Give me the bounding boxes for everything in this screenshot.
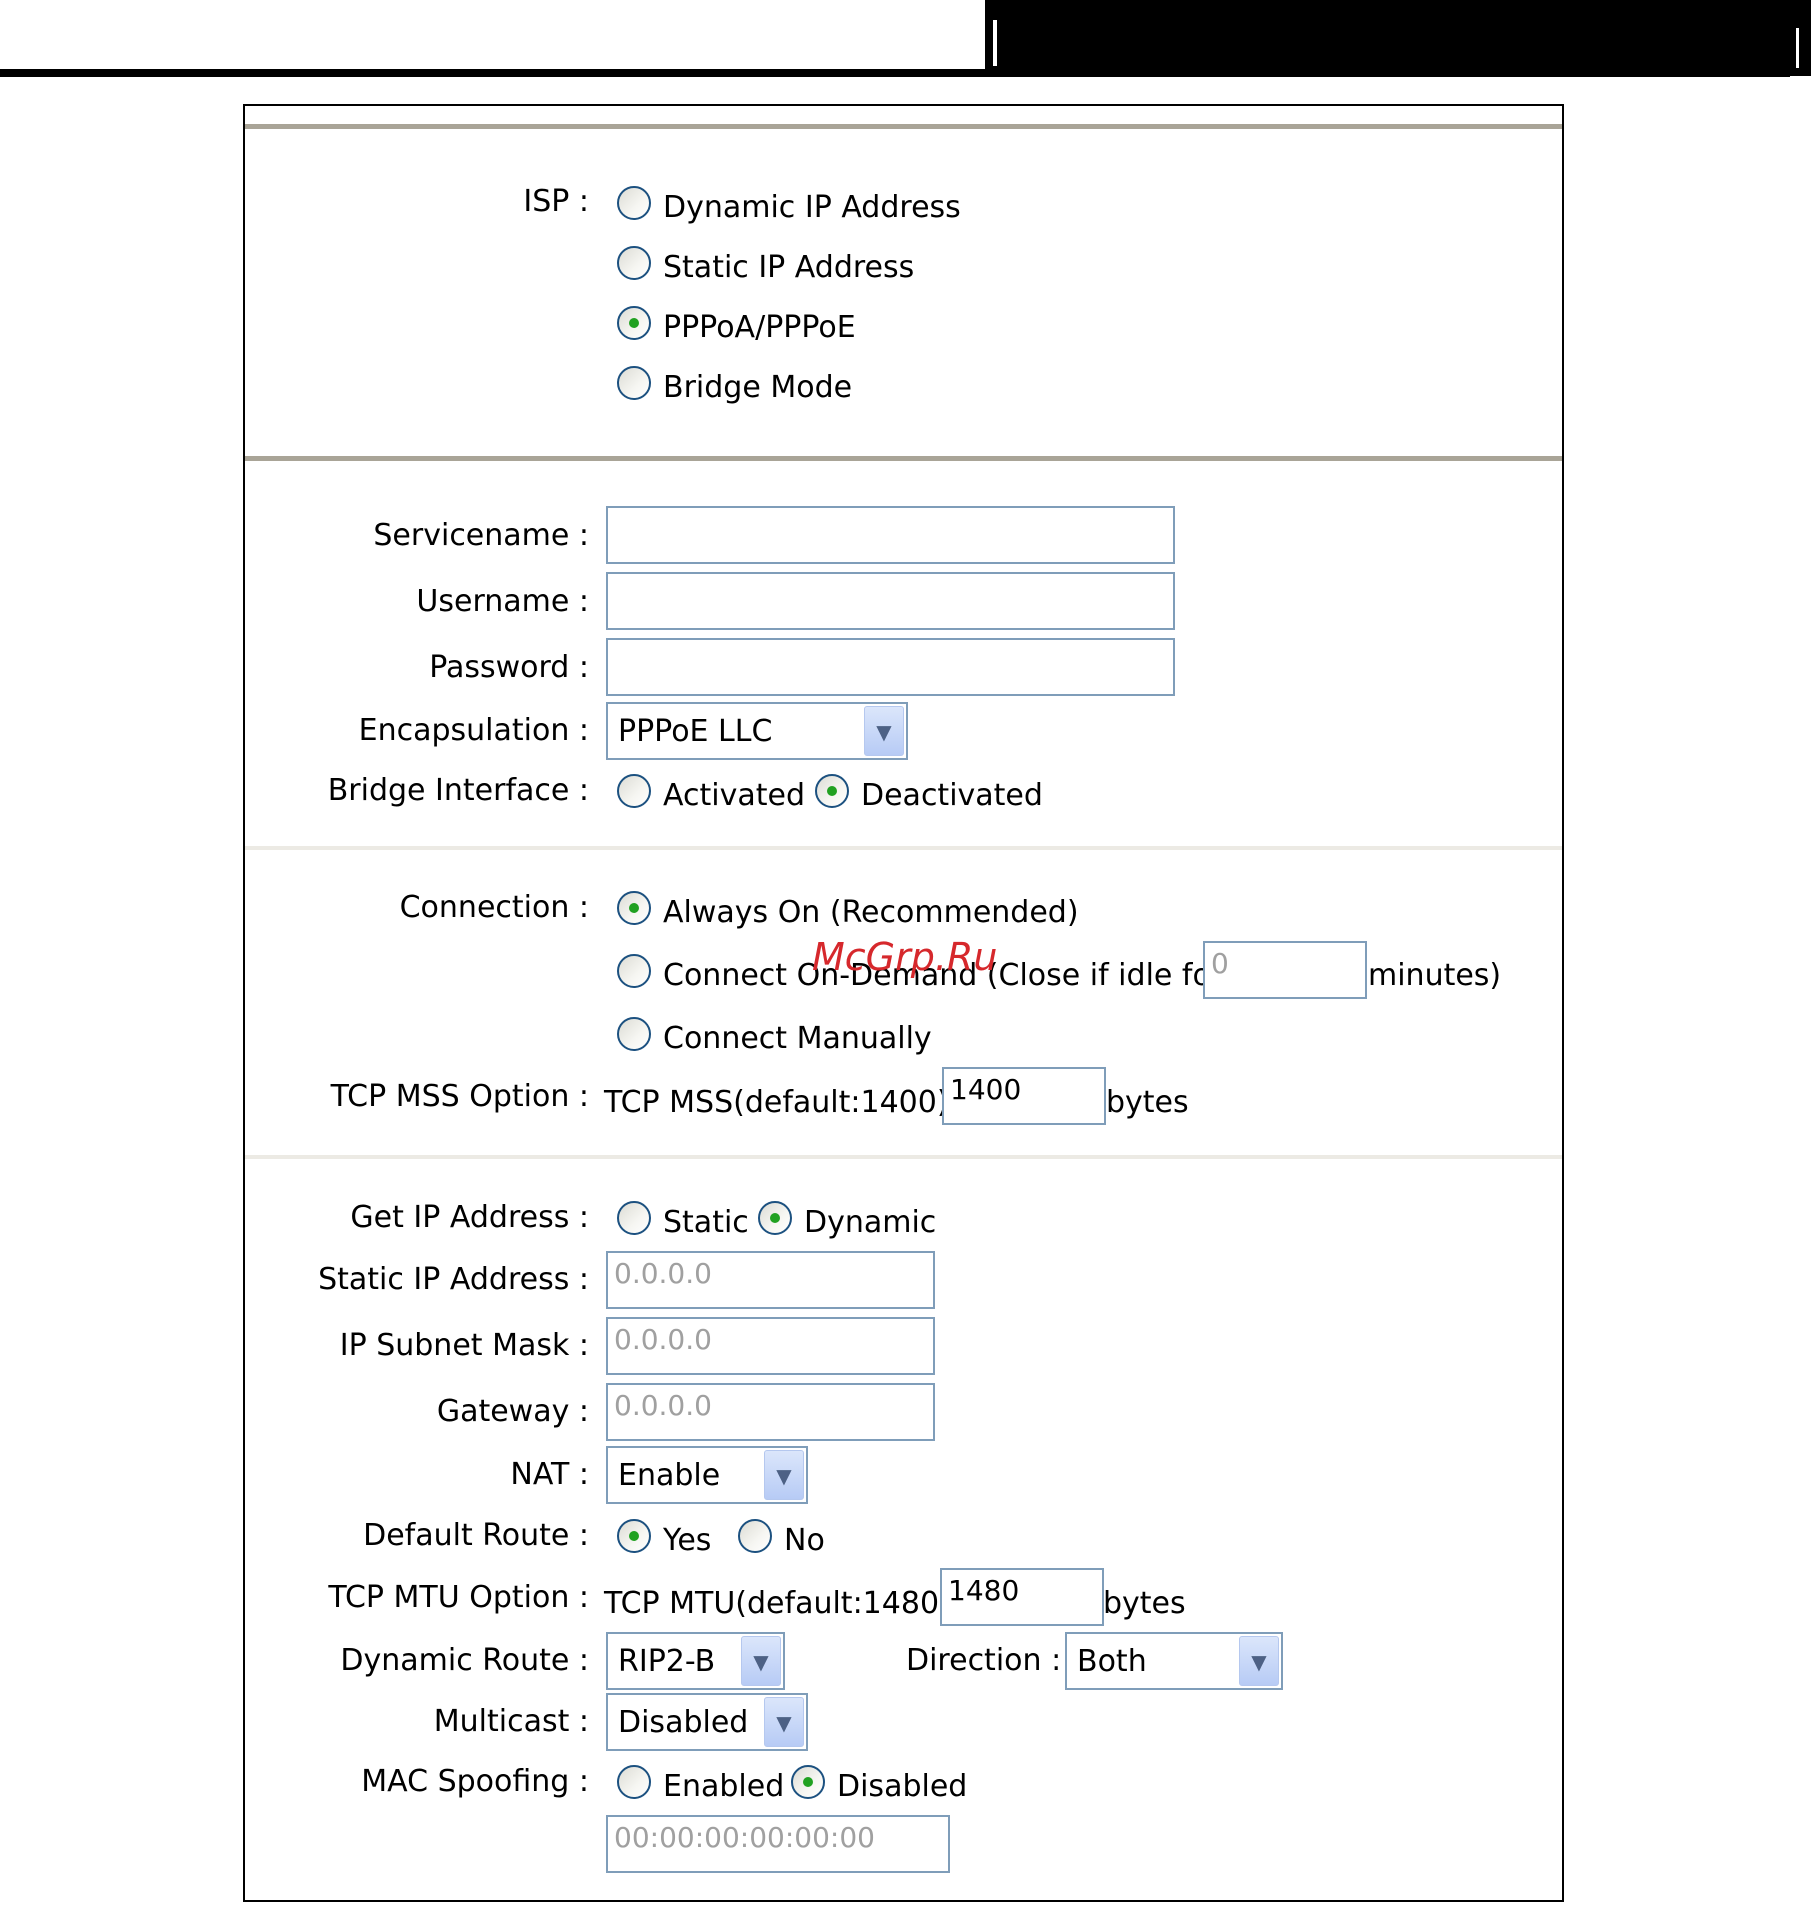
tcp-mss-input[interactable]: 1400 xyxy=(942,1067,1106,1125)
static-ip-label: Static IP Address : xyxy=(318,1262,589,1297)
mac-enabled-radio[interactable] xyxy=(617,1765,651,1799)
get-ip-label: Get IP Address : xyxy=(350,1200,589,1235)
mac-enabled-label: Enabled xyxy=(663,1769,785,1804)
idle-minutes-input[interactable]: 0 xyxy=(1203,941,1367,999)
isp-dynamic-label: Dynamic IP Address xyxy=(663,190,961,225)
connect-manually-label: Connect Manually xyxy=(663,1021,932,1056)
always-on-radio[interactable] xyxy=(617,891,651,925)
default-route-yes-radio[interactable] xyxy=(617,1519,651,1553)
isp-dynamic-radio[interactable] xyxy=(617,186,651,220)
chevron-down-icon[interactable]: ▼ xyxy=(764,1450,804,1500)
direction-value: Both xyxy=(1077,1644,1147,1679)
on-demand-radio[interactable] xyxy=(617,954,651,988)
chevron-down-icon[interactable]: ▼ xyxy=(741,1636,781,1686)
section-divider xyxy=(245,124,1562,129)
tcp-mss-unit: bytes xyxy=(1106,1085,1189,1120)
gateway-label: Gateway : xyxy=(436,1394,589,1429)
password-input[interactable] xyxy=(606,638,1175,696)
bridge-activated-radio[interactable] xyxy=(617,774,651,808)
default-route-no-radio[interactable] xyxy=(738,1519,772,1553)
radio-selected-dot xyxy=(827,786,837,796)
tcp-mss-text: TCP MSS(default:1400) xyxy=(604,1085,949,1120)
connection-label: Connection : xyxy=(399,890,589,925)
always-on-label: Always On (Recommended) xyxy=(663,895,1079,930)
isp-bridge-radio[interactable] xyxy=(617,366,651,400)
bridge-interface-label: Bridge Interface : xyxy=(327,773,589,808)
chevron-down-icon[interactable]: ▼ xyxy=(864,706,904,756)
multicast-select[interactable]: Disabled ▼ xyxy=(606,1693,808,1751)
encapsulation-label: Encapsulation : xyxy=(358,713,589,748)
default-route-no-label: No xyxy=(784,1523,825,1558)
nat-value: Enable xyxy=(618,1458,721,1493)
mac-disabled-radio[interactable] xyxy=(791,1765,825,1799)
username-input[interactable] xyxy=(606,572,1175,630)
tcp-mtu-text: TCP MTU(default:1480) xyxy=(604,1586,951,1621)
radio-selected-dot xyxy=(629,1531,639,1541)
radio-selected-dot xyxy=(770,1213,780,1223)
header-bar-accent xyxy=(1796,28,1799,68)
subnet-mask-label: IP Subnet Mask : xyxy=(339,1328,589,1363)
bridge-deactivated-radio[interactable] xyxy=(815,774,849,808)
tcp-mtu-unit: bytes xyxy=(1103,1586,1186,1621)
isp-label: ISP : xyxy=(523,184,589,219)
dynamic-route-value: RIP2-B xyxy=(618,1644,716,1679)
isp-pppoe-label: PPPoA/PPPoE xyxy=(663,310,856,345)
servicename-input[interactable] xyxy=(606,506,1175,564)
connect-manually-radio[interactable] xyxy=(617,1017,651,1051)
dynamic-route-select[interactable]: RIP2-B ▼ xyxy=(606,1632,785,1690)
multicast-value: Disabled xyxy=(618,1705,749,1740)
encapsulation-value: PPPoE LLC xyxy=(618,714,773,749)
direction-label: Direction : xyxy=(906,1643,1062,1678)
header-bar-accent xyxy=(997,20,999,66)
password-label: Password : xyxy=(429,650,589,685)
isp-pppoe-radio[interactable] xyxy=(617,306,651,340)
direction-select[interactable]: Both ▼ xyxy=(1065,1632,1283,1690)
section-divider xyxy=(245,1155,1562,1159)
dynamic-route-label: Dynamic Route : xyxy=(340,1643,589,1678)
mac-disabled-label: Disabled xyxy=(837,1769,968,1804)
radio-selected-dot xyxy=(629,318,639,328)
get-ip-static-label: Static xyxy=(663,1205,749,1240)
tcp-mtu-label: TCP MTU Option : xyxy=(328,1580,589,1615)
encapsulation-select[interactable]: PPPoE LLC ▼ xyxy=(606,702,908,760)
wan-settings-panel xyxy=(243,104,1564,1902)
chevron-down-icon[interactable]: ▼ xyxy=(1239,1636,1279,1686)
bridge-activated-label: Activated xyxy=(663,778,805,813)
radio-selected-dot xyxy=(629,903,639,913)
isp-static-radio[interactable] xyxy=(617,246,651,280)
nat-label: NAT : xyxy=(510,1457,589,1492)
nat-select[interactable]: Enable ▼ xyxy=(606,1446,808,1504)
tcp-mss-label: TCP MSS Option : xyxy=(330,1079,589,1114)
get-ip-dynamic-label: Dynamic xyxy=(804,1205,937,1240)
multicast-label: Multicast : xyxy=(433,1704,589,1739)
bridge-deactivated-label: Deactivated xyxy=(861,778,1043,813)
username-label: Username : xyxy=(416,584,589,619)
get-ip-static-radio[interactable] xyxy=(617,1201,651,1235)
servicename-label: Servicename : xyxy=(373,518,589,553)
static-ip-input[interactable]: 0.0.0.0 xyxy=(606,1251,935,1309)
section-divider xyxy=(245,456,1562,461)
chevron-down-icon[interactable]: ▼ xyxy=(764,1697,804,1747)
minutes-label: minutes) xyxy=(1368,958,1502,993)
watermark: McGrp.Ru xyxy=(812,935,998,979)
isp-static-label: Static IP Address xyxy=(663,250,915,285)
isp-bridge-label: Bridge Mode xyxy=(663,370,853,405)
mac-address-input[interactable]: 00:00:00:00:00:00 xyxy=(606,1815,950,1873)
get-ip-dynamic-radio[interactable] xyxy=(758,1201,792,1235)
section-divider xyxy=(245,846,1562,850)
radio-selected-dot xyxy=(803,1777,813,1787)
gateway-input[interactable]: 0.0.0.0 xyxy=(606,1383,935,1441)
subnet-mask-input[interactable]: 0.0.0.0 xyxy=(606,1317,935,1375)
default-route-yes-label: Yes xyxy=(663,1523,712,1558)
tcp-mtu-input[interactable]: 1480 xyxy=(940,1568,1104,1626)
header-black-bar xyxy=(985,0,1811,76)
mac-spoofing-label: MAC Spoofing : xyxy=(361,1764,589,1799)
default-route-label: Default Route : xyxy=(363,1518,589,1553)
